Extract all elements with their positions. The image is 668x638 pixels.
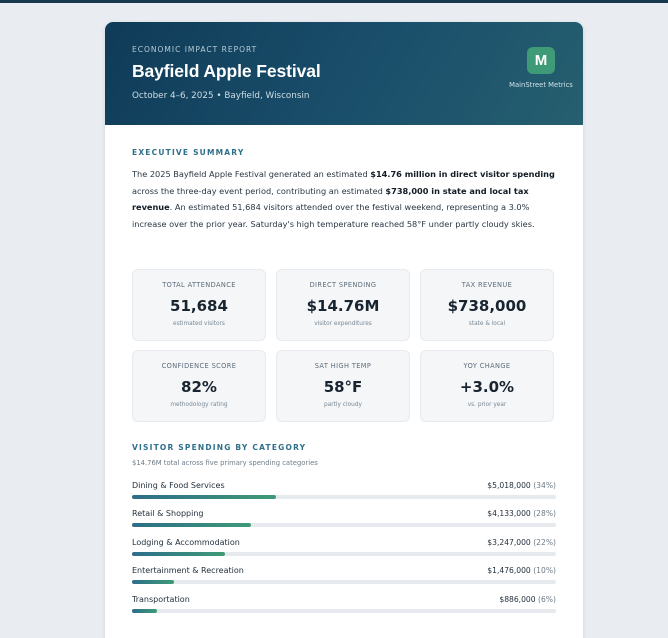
spending-bar-track — [132, 523, 556, 527]
spending-percent: (10%) — [533, 566, 556, 575]
spending-category-label: Lodging & Accommodation — [132, 538, 240, 547]
metric-label: TAX REVENUE — [461, 281, 513, 289]
spending-category-value: $886,000 (6%) — [499, 595, 556, 604]
report-title: Bayfield Apple Festival — [132, 61, 321, 81]
summary-text-2: across the three-day event period, contr… — [132, 185, 386, 196]
spending-bar-fill — [132, 609, 158, 613]
spending-bar-fill — [132, 523, 251, 527]
metric-label: SAT HIGH TEMP — [314, 362, 372, 370]
brand-logo-icon: M — [527, 47, 555, 74]
metric-card-sat-high-temp: SAT HIGH TEMP 58°F partly cloudy — [276, 350, 410, 422]
metric-label: TOTAL ATTENDANCE — [162, 281, 236, 289]
spending-percent: (34%) — [533, 481, 556, 490]
spending-amount: $5,018,000 — [487, 481, 531, 490]
spending-category-label: Dining & Food Services — [132, 481, 225, 490]
spending-amount: $3,247,000 — [487, 538, 531, 547]
spending-percent: (6%) — [538, 595, 556, 604]
report-subtitle: October 4–6, 2025 • Bayfield, Wisconsin — [132, 91, 310, 101]
report-card: ECONOMIC IMPACT REPORT Bayfield Apple Fe… — [105, 22, 583, 638]
spending-bar-track — [132, 552, 556, 556]
spending-percent: (22%) — [533, 538, 556, 547]
metric-value: 82% — [181, 378, 217, 396]
spending-category-value: $5,018,000 (34%) — [487, 481, 556, 490]
spending-bar-fill — [132, 552, 226, 556]
summary-bold-spending: $14.76 million in direct visitor spendin… — [370, 169, 555, 179]
report-header: ECONOMIC IMPACT REPORT Bayfield Apple Fe… — [105, 22, 583, 125]
metric-sublabel: partly cloudy — [324, 402, 362, 408]
spending-bar-track — [132, 495, 556, 499]
metric-value: +3.0% — [459, 378, 515, 396]
spending-amount: $886,000 — [499, 595, 536, 604]
metric-card-total-attendance: TOTAL ATTENDANCE 51,684 estimated visito… — [132, 269, 266, 341]
spending-category-value: $4,133,000 (28%) — [487, 509, 556, 518]
top-border — [0, 0, 668, 3]
spending-note: $14.76M total across five primary spendi… — [132, 459, 318, 467]
spending-amount: $4,133,000 — [487, 509, 531, 518]
metric-sublabel: vs. prior year — [467, 402, 507, 408]
metric-value: $14.76M — [306, 297, 380, 315]
metric-sublabel: state & local — [468, 321, 506, 327]
metric-label: DIRECT SPENDING — [309, 281, 377, 289]
summary-text-3: . An estimated 51,684 visitors attended … — [132, 202, 535, 229]
spending-category-label: Transportation — [132, 595, 190, 604]
metric-card-confidence-score: CONFIDENCE SCORE 82% methodology rating — [132, 350, 266, 422]
brand-name: MainStreet Metrics — [509, 81, 573, 89]
spending-category-label: Retail & Shopping — [132, 509, 204, 518]
metric-sublabel: estimated visitors — [173, 321, 225, 327]
spending-bar-fill — [132, 580, 175, 584]
report-eyebrow: ECONOMIC IMPACT REPORT — [132, 45, 258, 54]
metric-card-tax-revenue: TAX REVENUE $738,000 state & local — [420, 269, 554, 341]
spending-category-label: Entertainment & Recreation — [132, 566, 244, 575]
spending-bar-track — [132, 580, 556, 584]
metric-sublabel: methodology rating — [170, 402, 228, 408]
metric-card-direct-spending: DIRECT SPENDING $14.76M visitor expendit… — [276, 269, 410, 341]
spending-bar-fill — [132, 495, 277, 499]
executive-summary-text: The 2025 Bayfield Apple Festival generat… — [132, 166, 560, 232]
metric-sublabel: visitor expenditures — [314, 321, 372, 327]
spending-amount: $1,476,000 — [487, 566, 531, 575]
metric-label: CONFIDENCE SCORE — [161, 362, 237, 370]
spending-bar-track — [132, 609, 556, 613]
spending-category-value: $3,247,000 (22%) — [487, 538, 556, 547]
metric-value: $738,000 — [447, 297, 527, 315]
summary-text-1: The 2025 Bayfield Apple Festival generat… — [132, 169, 371, 179]
metric-value: 51,684 — [170, 297, 228, 315]
metric-card-yoy-change: YOY CHANGE +3.0% vs. prior year — [420, 350, 554, 422]
metric-value: 58°F — [323, 378, 363, 396]
executive-summary-heading: EXECUTIVE SUMMARY — [132, 148, 245, 157]
metric-label: YOY CHANGE — [463, 362, 511, 370]
spending-percent: (28%) — [533, 509, 556, 518]
spending-heading: VISITOR SPENDING BY CATEGORY — [132, 443, 307, 452]
spending-category-value: $1,476,000 (10%) — [487, 566, 556, 575]
